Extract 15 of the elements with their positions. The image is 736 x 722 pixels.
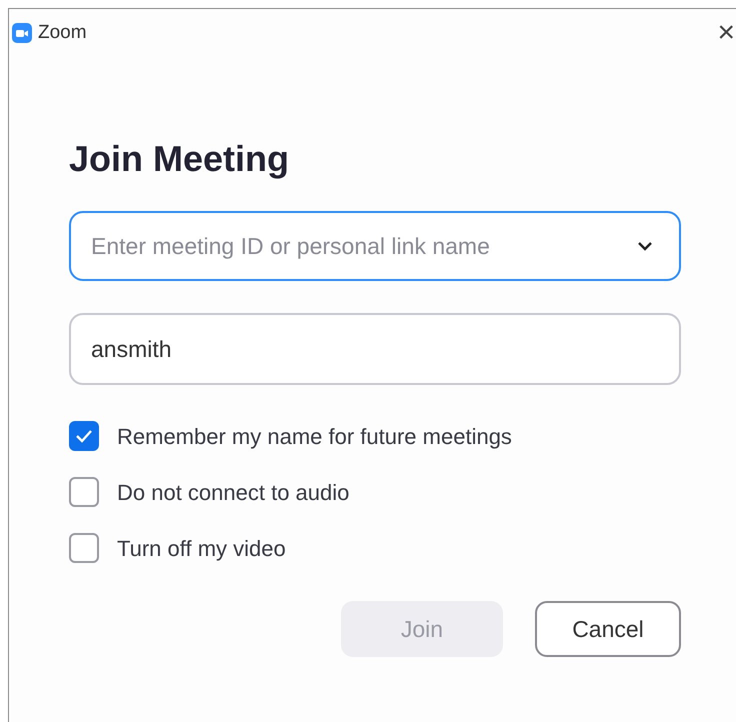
dialog-heading: Join Meeting xyxy=(69,137,290,181)
close-button[interactable]: × xyxy=(717,18,735,48)
checkmark-icon xyxy=(75,429,93,443)
chevron-down-icon[interactable] xyxy=(637,241,653,251)
checkbox-label[interactable]: Turn off my video xyxy=(117,532,286,564)
checkbox[interactable] xyxy=(69,477,99,507)
name-field[interactable]: ansmith xyxy=(69,313,681,385)
video-camera-icon xyxy=(12,23,32,43)
checkbox[interactable] xyxy=(69,421,99,451)
meeting-id-field[interactable]: Enter meeting ID or personal link name xyxy=(69,211,681,281)
window-title: Zoom xyxy=(38,20,87,45)
checkbox[interactable] xyxy=(69,533,99,563)
checkbox-label[interactable]: Remember my name for future meetings xyxy=(117,420,512,452)
cancel-button[interactable]: Cancel xyxy=(535,601,681,657)
checkbox-label[interactable]: Do not connect to audio xyxy=(117,476,350,508)
